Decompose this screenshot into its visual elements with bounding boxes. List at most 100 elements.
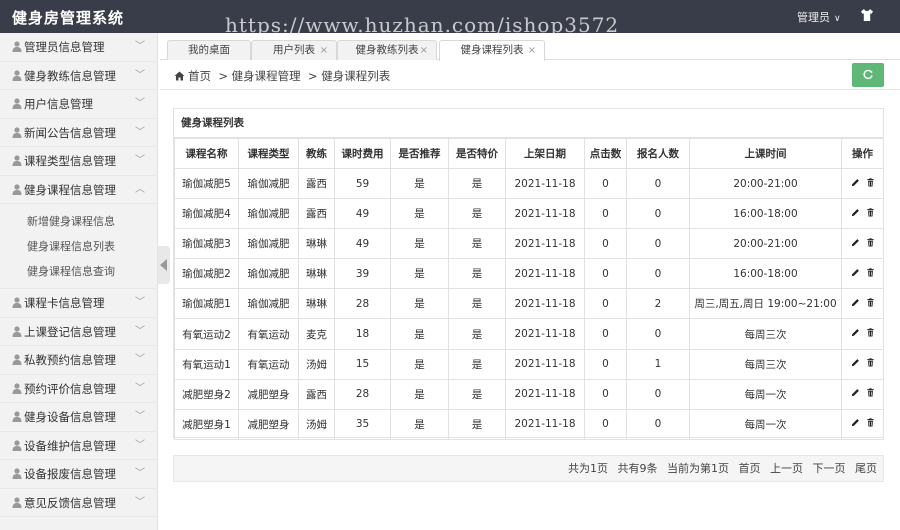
tab-label: 我的桌面 — [188, 44, 230, 56]
refresh-button[interactable] — [852, 63, 884, 87]
tshirt-icon[interactable] — [860, 8, 874, 22]
chevron-down-icon: ﹀ — [135, 325, 145, 337]
table-cell: 瑜伽减肥1 — [174, 288, 239, 320]
delete-icon[interactable] — [866, 328, 875, 340]
chevron-down-icon: ﹀ — [135, 496, 145, 508]
edit-icon[interactable] — [851, 298, 860, 310]
first-page-link[interactable]: 首页 — [739, 462, 761, 475]
sidebar-item-label: 管理员信息管理 — [24, 40, 105, 54]
tab-my-desktop[interactable]: 我的桌面 — [167, 40, 251, 60]
delete-icon[interactable] — [866, 388, 875, 400]
sidebar-item-13[interactable]: 意见反馈信息管理 ﹀ — [0, 489, 157, 517]
breadcrumb-separator: > — [307, 69, 318, 83]
sidebar: 管理员信息管理 ﹀ 健身教练信息管理 ﹀ 用户信息管理 ﹀ 新闻公告信息管理 ﹀ 课程类型信息管… — [0, 33, 158, 530]
sidebar-collapse-toggle[interactable] — [158, 246, 170, 284]
breadcrumb-home[interactable]: 首页 — [188, 69, 211, 83]
table-cell: 2021-11-18 — [505, 318, 585, 350]
delete-icon[interactable] — [866, 238, 875, 250]
top-header: 健身房管理系统 https://www.huzhan.com/ishop3572… — [0, 0, 900, 37]
total-pages: 共为1页 — [568, 462, 608, 475]
sidebar-item-label: 健身课程信息管理 — [24, 182, 116, 197]
sidebar-item-0[interactable]: 管理员信息管理 ﹀ — [0, 33, 157, 62]
table-row: 有氧运动2 有氧运动 麦克 18 是是 2021-11-18 0 0 每周三次 — [174, 318, 884, 350]
table-cell: 琳琳 — [298, 258, 335, 290]
edit-icon[interactable] — [851, 358, 860, 370]
column-header: 课程名称 — [174, 138, 239, 169]
sidebar-item-11[interactable]: 设备维护信息管理 ﹀ — [0, 432, 157, 460]
sidebar-item-3[interactable]: 新闻公告信息管理 ﹀ — [0, 119, 157, 147]
row-actions — [841, 167, 884, 200]
close-icon[interactable]: × — [320, 41, 328, 60]
close-icon[interactable]: × — [528, 41, 536, 60]
sidebar-item-2[interactable]: 用户信息管理 ﹀ — [0, 90, 157, 119]
edit-icon[interactable] — [851, 418, 860, 430]
sidebar-item-7[interactable]: 上课登记信息管理 ﹀ — [0, 318, 157, 346]
table-cell: 0 — [626, 228, 690, 260]
table-cell: 是 — [448, 228, 506, 260]
tab-coach-list[interactable]: 健身教练列表 × — [337, 40, 437, 60]
delete-icon[interactable] — [866, 177, 875, 190]
edit-icon[interactable] — [851, 328, 860, 340]
tab-user-list[interactable]: 用户列表 × — [251, 40, 337, 60]
tab-course-list[interactable]: 健身课程列表 × — [439, 40, 545, 61]
table-cell: 是 — [448, 167, 506, 200]
sidebar-subitem-1[interactable]: 健身课程信息列表 — [0, 234, 157, 259]
delete-icon[interactable] — [866, 418, 875, 430]
edit-icon[interactable] — [851, 178, 860, 190]
table-cell: 减肥塑身 — [238, 378, 299, 410]
next-page-link[interactable]: 下一页 — [813, 462, 846, 475]
user-icon — [12, 411, 22, 422]
table-cell: 16:00-18:00 — [689, 198, 842, 230]
sidebar-item-12[interactable]: 设备报废信息管理 ﹀ — [0, 460, 157, 489]
sidebar-item-10[interactable]: 健身设备信息管理 ﹀ — [0, 403, 157, 432]
table-cell: 瑜伽减肥 — [238, 228, 299, 260]
table-row: 有氧运动1 有氧运动 汤姆 15 是是 2021-11-18 0 1 每周三次 — [174, 348, 884, 380]
table-cell: 有氧运动1 — [174, 348, 239, 380]
table-cell: 15 — [334, 348, 391, 380]
column-header: 报名人数 — [626, 138, 690, 169]
user-icon — [12, 354, 22, 365]
table-row: 减肥塑身2 减肥塑身 露西 28 是是 2021-11-18 0 0 每周一次 — [174, 378, 884, 410]
sidebar-item-label: 预约评价信息管理 — [24, 381, 116, 396]
row-actions — [841, 228, 884, 260]
breadcrumb-bar: 首页 > 健身课程管理 > 健身课程列表 — [160, 60, 900, 90]
edit-icon[interactable] — [851, 268, 860, 280]
table-cell: 汤姆 — [298, 348, 335, 380]
sidebar-item-8[interactable]: 私教预约信息管理 ﹀ — [0, 346, 157, 375]
user-menu[interactable]: 管理员 ∨ — [797, 9, 841, 25]
sidebar-item-4[interactable]: 课程类型信息管理 ﹀ — [0, 147, 157, 176]
table-cell: 每周一次 — [689, 408, 842, 440]
table-row: 瑜伽减肥4 瑜伽减肥 露西 49 是是 2021-11-18 0 0 16:00-18:00 — [174, 198, 884, 230]
last-page-link[interactable]: 尾页 — [855, 462, 877, 475]
breadcrumb-course-management[interactable]: 健身课程管理 — [232, 69, 301, 83]
sidebar-item-5[interactable]: 健身课程信息管理 ︿ — [0, 176, 157, 204]
table-cell: 0 — [626, 408, 690, 440]
table-cell: 2021-11-18 — [505, 288, 585, 320]
sidebar-item-9[interactable]: 预约评价信息管理 ﹀ — [0, 375, 157, 403]
table-cell: 是 — [390, 318, 449, 350]
table-cell: 0 — [584, 258, 627, 290]
delete-icon[interactable] — [866, 268, 875, 280]
sidebar-subitem-2[interactable]: 健身课程信息查询 — [0, 259, 157, 284]
watermark-text: https://www.huzhan.com/ishop3572 — [225, 13, 620, 37]
sidebar-item-1[interactable]: 健身教练信息管理 ﹀ — [0, 62, 157, 90]
tab-label: 健身教练列表 — [355, 44, 419, 56]
table-cell: 0 — [626, 318, 690, 350]
delete-icon[interactable] — [866, 358, 875, 370]
chevron-down-icon: ﹀ — [135, 155, 145, 166]
table-cell: 瑜伽减肥3 — [174, 228, 239, 260]
sidebar-subitem-0[interactable]: 新增健身课程信息 — [0, 209, 157, 234]
prev-page-link[interactable]: 上一页 — [770, 462, 803, 475]
close-icon[interactable]: × — [420, 41, 428, 60]
row-actions — [841, 378, 884, 410]
table-cell: 有氧运动 — [238, 348, 299, 380]
user-icon — [12, 496, 22, 508]
table-cell: 是 — [390, 258, 449, 290]
edit-icon[interactable] — [851, 238, 860, 250]
edit-icon[interactable] — [851, 388, 860, 400]
edit-icon[interactable] — [851, 208, 860, 220]
table-cell: 琳琳 — [298, 228, 335, 260]
sidebar-item-6[interactable]: 课程卡信息管理 ﹀ — [0, 289, 157, 318]
delete-icon[interactable] — [866, 298, 875, 310]
delete-icon[interactable] — [866, 207, 875, 220]
